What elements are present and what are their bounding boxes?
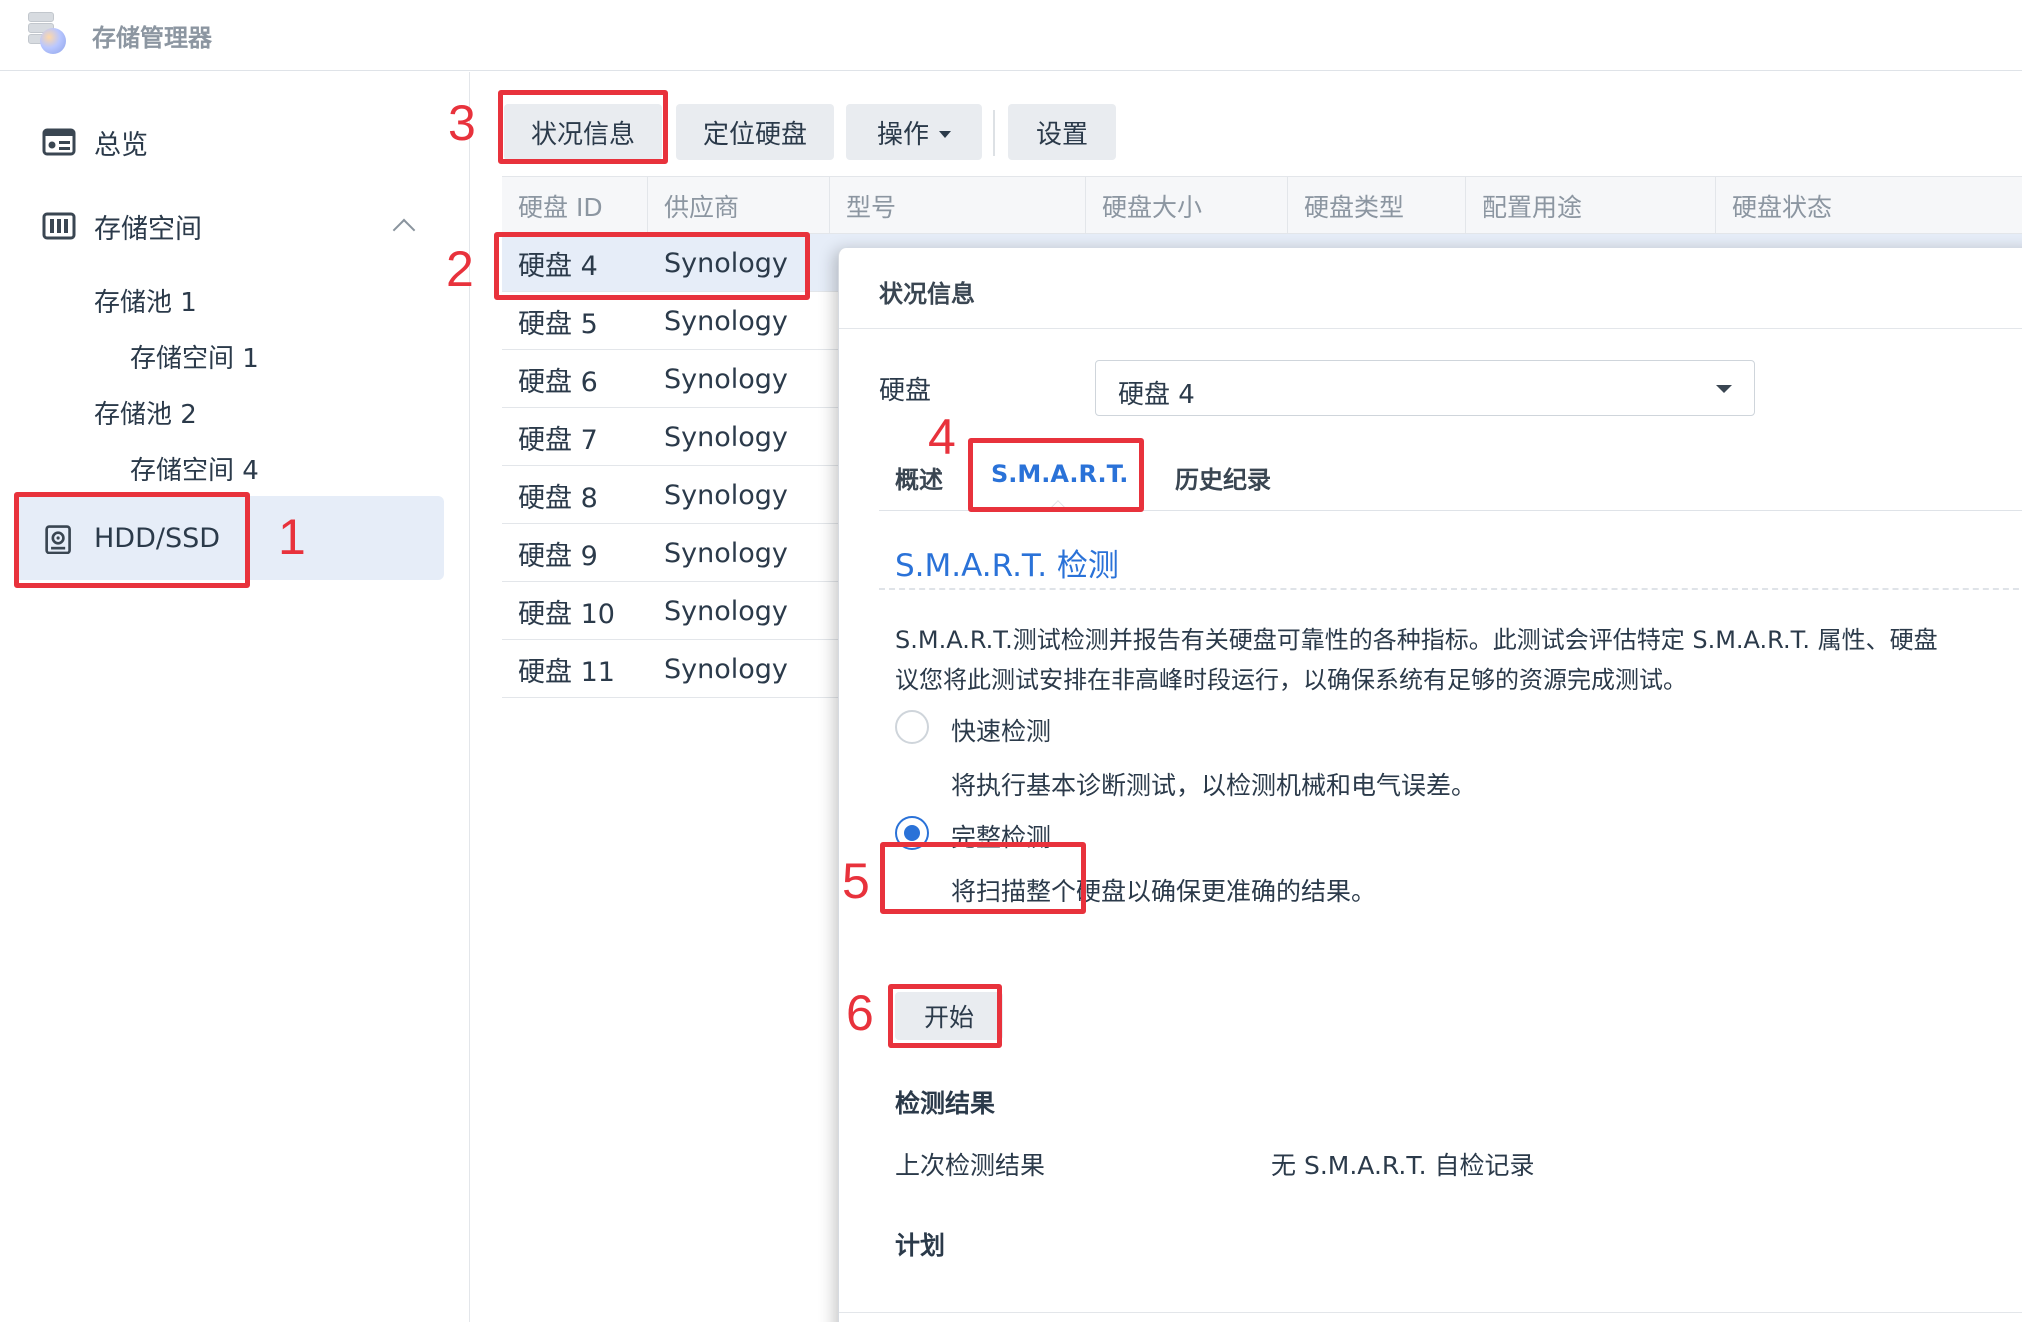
quick-test-label[interactable]: 快速检测 bbox=[951, 712, 1051, 748]
column-header-status[interactable]: 硬盘状态 bbox=[1716, 177, 2022, 235]
cell-disk-id: 硬盘 8 bbox=[518, 482, 598, 514]
sidebar-item-overview[interactable]: 总览 bbox=[0, 112, 470, 172]
column-header-size[interactable]: 硬盘大小 bbox=[1086, 177, 1288, 235]
quick-test-description: 将执行基本诊断测试，以检测机械和电气误差。 bbox=[951, 771, 1477, 800]
dropdown-caret-icon bbox=[939, 130, 951, 138]
sidebar-item-label: 存储池 2 bbox=[94, 399, 197, 430]
app-title: 存储管理器 bbox=[92, 24, 212, 52]
overview-icon bbox=[42, 128, 76, 156]
dashed-divider bbox=[879, 588, 2022, 590]
sidebar-item-volume-1[interactable]: 存储空间 1 bbox=[0, 326, 470, 386]
disk-select-value: 硬盘 4 bbox=[1118, 380, 1195, 410]
annotation-box-status-info bbox=[498, 90, 668, 164]
sidebar-item-storage-pool-2[interactable]: 存储池 2 bbox=[0, 382, 470, 442]
sidebar: 总览 存储空间 存储池 1 存储空间 1 存储池 2 存储空间 4 HDD/SS… bbox=[0, 72, 470, 1322]
actions-button-label: 操作 bbox=[876, 119, 929, 150]
cell-disk-id: 硬盘 9 bbox=[518, 540, 598, 572]
annotation-step-1: 1 bbox=[278, 509, 306, 565]
title-bar: 存储管理器 bbox=[0, 0, 2022, 71]
cell-vendor: Synology bbox=[664, 479, 788, 511]
annotation-step-2: 2 bbox=[446, 241, 474, 297]
sidebar-item-label: 存储空间 bbox=[94, 213, 202, 245]
cell-disk-id: 硬盘 6 bbox=[518, 366, 598, 398]
column-header-vendor[interactable]: 供应商 bbox=[648, 177, 830, 235]
annotation-step-4: 4 bbox=[928, 409, 956, 465]
cell-vendor: Synology bbox=[664, 421, 788, 453]
column-header-type[interactable]: 硬盘类型 bbox=[1288, 177, 1466, 235]
annotation-box-start bbox=[888, 984, 1002, 1048]
actions-button[interactable]: 操作 bbox=[846, 104, 982, 160]
cell-disk-id: 硬盘 7 bbox=[518, 424, 598, 456]
settings-button[interactable]: 设置 bbox=[1008, 104, 1116, 160]
cell-vendor: Synology bbox=[664, 595, 788, 627]
sidebar-item-storage-pool-1[interactable]: 存储池 1 bbox=[0, 270, 470, 330]
description-line: S.M.A.R.T.测试检测并报告有关硬盘可靠性的各种指标。此测试会评估特定 S… bbox=[895, 626, 1938, 654]
last-result-value: 无 S.M.A.R.T. 自检记录 bbox=[1271, 1151, 1535, 1180]
cell-vendor: Synology bbox=[664, 537, 788, 569]
storage-icon bbox=[42, 212, 76, 240]
sidebar-item-volume-4[interactable]: 存储空间 4 bbox=[0, 438, 470, 498]
disk-field-label: 硬盘 bbox=[879, 376, 932, 406]
schedule-heading: 计划 bbox=[895, 1231, 946, 1260]
annotation-step-5: 5 bbox=[842, 853, 870, 909]
toolbar-separator bbox=[993, 110, 995, 156]
annotation-box-full-test bbox=[880, 842, 1086, 914]
sidebar-item-label: 存储池 1 bbox=[94, 287, 197, 318]
column-header-model[interactable]: 型号 bbox=[830, 177, 1086, 235]
sidebar-item-label: 存储空间 4 bbox=[130, 455, 259, 486]
status-info-dialog: 状况信息 硬盘 硬盘 4 概述 S.M.A.R.T. 历史纪录 S.M.A.R.… bbox=[838, 248, 2022, 1322]
divider bbox=[839, 328, 2022, 329]
column-header-disk-id[interactable]: 硬盘 ID bbox=[502, 177, 648, 235]
tab-overview[interactable]: 概述 bbox=[895, 460, 943, 495]
cell-vendor: Synology bbox=[664, 653, 788, 685]
description-line: 议您将此测试安排在非高峰时段运行，以确保系统有足够的资源完成测试。 bbox=[895, 666, 1687, 694]
locate-disk-button[interactable]: 定位硬盘 bbox=[676, 104, 834, 160]
annotation-box-disk-row bbox=[494, 232, 810, 300]
section-title: S.M.A.R.T. 检测 bbox=[895, 548, 1119, 584]
quick-test-radio[interactable] bbox=[895, 710, 929, 744]
sidebar-item-label: 总览 bbox=[94, 129, 148, 161]
annotation-step-6: 6 bbox=[846, 985, 874, 1041]
sidebar-item-label: 存储空间 1 bbox=[130, 343, 259, 374]
last-result-label: 上次检测结果 bbox=[895, 1151, 1046, 1180]
cell-vendor: Synology bbox=[664, 305, 788, 337]
annotation-box-smart-tab bbox=[968, 438, 1144, 512]
storage-manager-app-icon bbox=[26, 10, 70, 56]
divider bbox=[839, 1312, 2022, 1313]
table-header: 硬盘 ID 供应商 型号 硬盘大小 硬盘类型 配置用途 硬盘状态 bbox=[502, 176, 2022, 235]
tab-history[interactable]: 历史纪录 bbox=[1175, 460, 1271, 495]
annotation-box-hdd-ssd bbox=[14, 492, 250, 588]
annotation-step-3: 3 bbox=[448, 95, 476, 151]
smart-description: S.M.A.R.T.测试检测并报告有关硬盘可靠性的各种指标。此测试会评估特定 S… bbox=[895, 620, 2022, 700]
cell-vendor: Synology bbox=[664, 363, 788, 395]
cell-disk-id: 硬盘 10 bbox=[518, 598, 615, 630]
disk-select[interactable]: 硬盘 4 bbox=[1095, 360, 1755, 416]
dialog-title: 状况信息 bbox=[879, 280, 975, 308]
column-header-usage[interactable]: 配置用途 bbox=[1466, 177, 1716, 235]
cell-disk-id: 硬盘 11 bbox=[518, 656, 615, 688]
results-heading: 检测结果 bbox=[895, 1089, 996, 1118]
cell-disk-id: 硬盘 5 bbox=[518, 308, 598, 340]
dropdown-caret-icon bbox=[1716, 385, 1732, 393]
